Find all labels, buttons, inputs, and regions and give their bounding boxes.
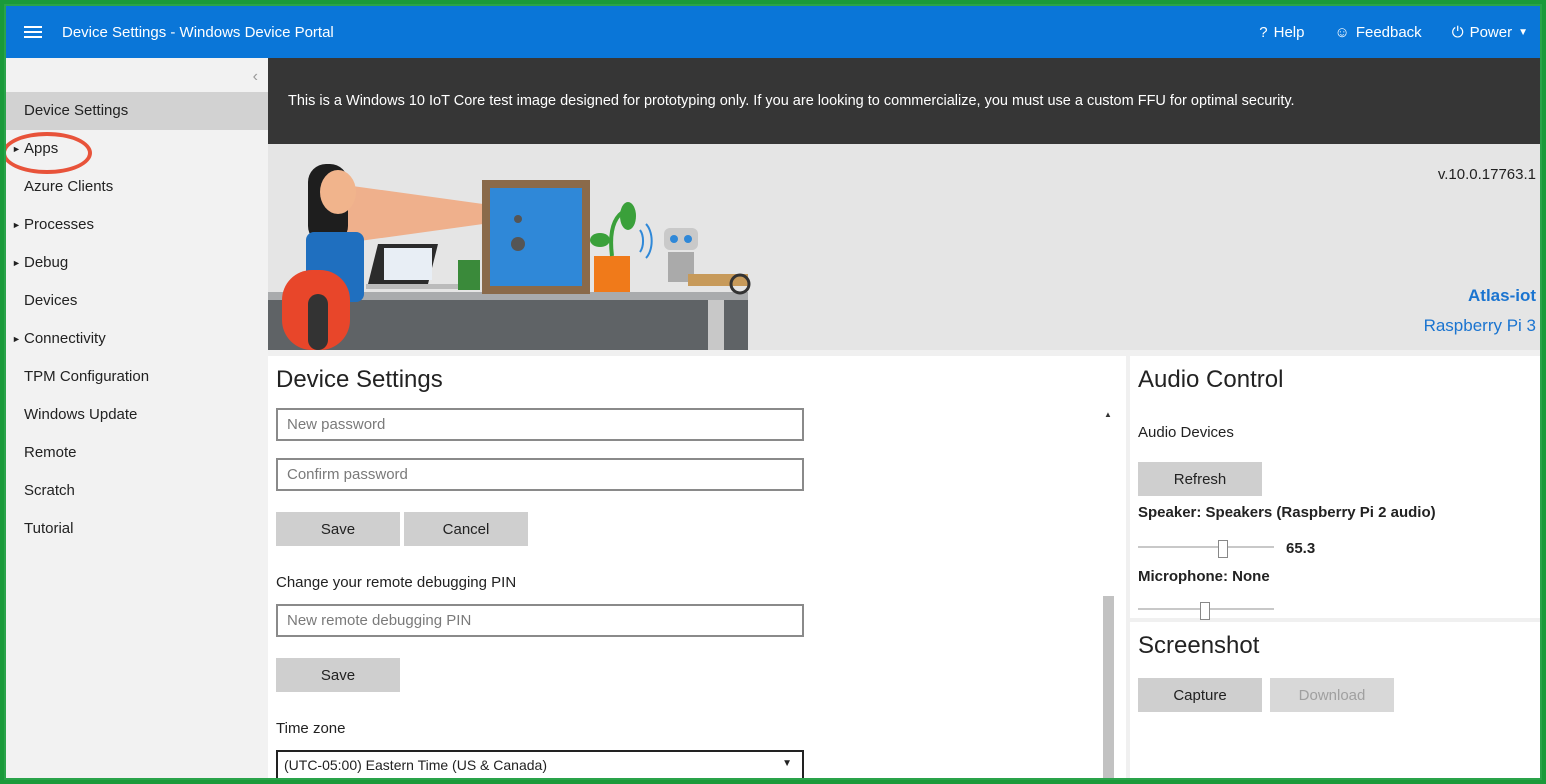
smiley-icon: ☺ — [1334, 23, 1350, 41]
scroll-up-icon[interactable]: ▲ — [1104, 410, 1112, 419]
sidebar-item-label: Device Settings — [24, 102, 129, 119]
sidebar-item-label: Connectivity — [24, 330, 106, 347]
power-label: Power — [1469, 23, 1513, 41]
sidebar-item-processes[interactable]: ► Processes — [6, 206, 268, 244]
caret-down-icon: ▼ — [1518, 26, 1528, 38]
expand-arrow-icon: ► — [12, 334, 21, 344]
app-window: Device Settings - Windows Device Portal … — [4, 4, 1542, 780]
help-label: Help — [1273, 23, 1305, 41]
os-version: v.10.0.17763.1 — [1437, 166, 1536, 183]
timezone-value: (UTC-05:00) Eastern Time (US & Canada) — [284, 757, 547, 773]
annotation-circle — [6, 132, 92, 174]
timezone-label: Time zone — [276, 720, 346, 737]
sidebar-item-scratch[interactable]: Scratch — [6, 472, 268, 510]
debug-pin-input[interactable] — [276, 604, 804, 637]
sidebar-item-devices[interactable]: Devices — [6, 282, 268, 320]
hamburger-menu-icon[interactable] — [24, 23, 42, 41]
save-password-button[interactable]: Save — [276, 512, 400, 546]
refresh-button[interactable]: Refresh — [1138, 462, 1262, 496]
audio-title: Audio Control — [1138, 366, 1284, 393]
speaker-volume-value: 65.3 — [1286, 540, 1316, 557]
sidebar-item-label: Processes — [24, 216, 95, 233]
notice-text: This is a Windows 10 IoT Core test image… — [288, 93, 1295, 109]
device-name: Atlas-iot — [1468, 286, 1536, 305]
collapse-sidebar-icon[interactable]: ‹ — [253, 68, 258, 86]
sidebar-item-label: Devices — [24, 292, 78, 309]
sidebar-item-tpm-configuration[interactable]: TPM Configuration — [6, 358, 268, 396]
app-title: Device Settings - Windows Device Portal — [62, 23, 334, 41]
scrollbar-thumb[interactable] — [1103, 596, 1114, 778]
hero-banner: v.10.0.17763.1 Atlas-iot Raspberry Pi 3 — [268, 144, 1540, 350]
microphone-label: Microphone: None — [1138, 568, 1270, 585]
sidebar-item-label: TPM Configuration — [24, 368, 150, 385]
sidebar-item-connectivity[interactable]: ► Connectivity — [6, 320, 268, 358]
sidebar-item-label: Windows Update — [24, 406, 138, 423]
device-model: Raspberry Pi 3 — [1423, 316, 1536, 335]
sidebar-item-device-settings[interactable]: Device Settings — [6, 92, 268, 130]
audio-devices-label: Audio Devices — [1138, 424, 1234, 441]
top-bar: Device Settings - Windows Device Portal … — [6, 6, 1540, 58]
expand-arrow-icon: ► — [12, 220, 21, 230]
microphone-volume-slider[interactable] — [1138, 602, 1274, 620]
sidebar-item-tutorial[interactable]: Tutorial — [6, 510, 268, 548]
new-password-input[interactable] — [276, 408, 804, 441]
top-bar-actions: ? Help ☺ Feedback ⏻ Power ▼ — [1259, 24, 1540, 41]
speaker-volume-slider[interactable] — [1138, 540, 1274, 558]
download-button[interactable]: Download — [1270, 678, 1394, 712]
save-pin-button[interactable]: Save — [276, 658, 400, 692]
timezone-select[interactable]: (UTC-05:00) Eastern Time (US & Canada) ▼ — [276, 750, 804, 778]
audio-control-panel: Audio Control Audio Devices Refresh Spea… — [1130, 356, 1540, 620]
screenshot-title: Screenshot — [1138, 632, 1260, 659]
sidebar-item-label: Azure Clients — [24, 178, 114, 195]
hero-illustration — [268, 164, 751, 350]
help-link[interactable]: ? Help — [1259, 24, 1304, 41]
confirm-password-input[interactable] — [276, 458, 804, 491]
slider-thumb[interactable] — [1200, 602, 1210, 620]
feedback-link[interactable]: ☺ Feedback — [1334, 24, 1421, 41]
sidebar-item-remote[interactable]: Remote — [6, 434, 268, 472]
dropdown-arrow-icon: ▼ — [782, 758, 792, 769]
power-icon: ⏻ — [1451, 23, 1464, 41]
slider-thumb[interactable] — [1218, 540, 1228, 558]
pin-heading: Change your remote debugging PIN — [276, 574, 517, 591]
scrollbar[interactable]: ▲ — [1100, 356, 1116, 778]
notice-banner: This is a Windows 10 IoT Core test image… — [268, 58, 1540, 144]
sidebar-item-label: Tutorial — [24, 520, 74, 537]
capture-button[interactable]: Capture — [1138, 678, 1262, 712]
screenshot-panel: Screenshot Capture Download — [1130, 622, 1540, 778]
sidebar-item-label: Debug — [24, 254, 69, 271]
question-icon: ? — [1259, 23, 1268, 41]
sidebar-item-label: Remote — [24, 444, 77, 461]
feedback-label: Feedback — [1355, 23, 1422, 41]
sidebar-item-debug[interactable]: ► Debug — [6, 244, 268, 282]
speaker-label: Speaker: Speakers (Raspberry Pi 2 audio) — [1138, 504, 1436, 521]
power-menu[interactable]: ⏻ Power ▼ — [1452, 24, 1528, 41]
panel-title: Device Settings — [276, 366, 443, 393]
slider-track — [1138, 546, 1274, 548]
cancel-button[interactable]: Cancel — [404, 512, 528, 546]
device-settings-panel: Device Settings Save Cancel Change your … — [268, 356, 1126, 778]
sidebar-item-label: Scratch — [24, 482, 75, 499]
sidebar-item-windows-update[interactable]: Windows Update — [6, 396, 268, 434]
sidebar: ‹ Device Settings ► Apps Azure Clients ► Proc… — [6, 58, 268, 778]
expand-arrow-icon: ► — [12, 258, 21, 268]
